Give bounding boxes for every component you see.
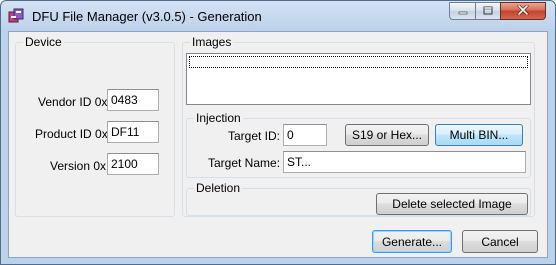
app-package-icon[interactable] xyxy=(8,8,24,24)
minimize-button[interactable] xyxy=(449,2,475,20)
target-name-input[interactable]: ST... xyxy=(283,151,526,173)
target-name-label: Target Name: xyxy=(208,156,281,170)
injection-group: Injection Target ID: 0 S19 or Hex... Mul… xyxy=(186,111,531,178)
version-label: Version 0x xyxy=(50,159,107,173)
images-group-title: Images xyxy=(190,35,234,49)
cancel-button[interactable]: Cancel xyxy=(462,230,538,253)
list-item[interactable] xyxy=(189,56,528,68)
dialog-body: Device Vendor ID 0x 0483 Product ID 0x D… xyxy=(8,31,548,258)
multi-bin-button[interactable]: Multi BIN... xyxy=(435,124,523,146)
injection-group-title: Injection xyxy=(194,111,243,125)
product-id-label: Product ID 0x xyxy=(35,127,108,141)
target-id-label: Target ID: xyxy=(228,129,281,143)
maximize-icon xyxy=(483,4,493,18)
minimize-icon xyxy=(458,4,468,18)
close-button[interactable] xyxy=(500,2,546,20)
product-id-input[interactable]: DF11 xyxy=(107,121,159,143)
delete-selected-image-button[interactable]: Delete selected Image xyxy=(376,193,528,215)
dfu-generation-window: DFU File Manager (v3.0.5) - Generation D… xyxy=(0,0,556,265)
target-id-input[interactable]: 0 xyxy=(283,124,327,146)
device-group: Device Vendor ID 0x 0483 Product ID 0x D… xyxy=(15,35,175,217)
images-list[interactable] xyxy=(186,53,531,105)
title-bar[interactable]: DFU File Manager (v3.0.5) - Generation xyxy=(1,1,555,31)
device-group-title: Device xyxy=(23,35,64,49)
close-icon xyxy=(517,4,529,18)
deletion-group-title: Deletion xyxy=(194,181,243,195)
vendor-id-label: Vendor ID 0x xyxy=(38,95,108,109)
generate-button[interactable]: Generate... xyxy=(372,230,452,253)
version-input[interactable]: 2100 xyxy=(107,153,159,175)
window-title: DFU File Manager (v3.0.5) - Generation xyxy=(32,9,262,24)
deletion-group: Deletion Delete selected Image xyxy=(186,181,531,216)
s19-or-hex-button[interactable]: S19 or Hex... xyxy=(345,124,429,146)
maximize-button[interactable] xyxy=(475,2,500,20)
vendor-id-input[interactable]: 0483 xyxy=(107,89,159,111)
